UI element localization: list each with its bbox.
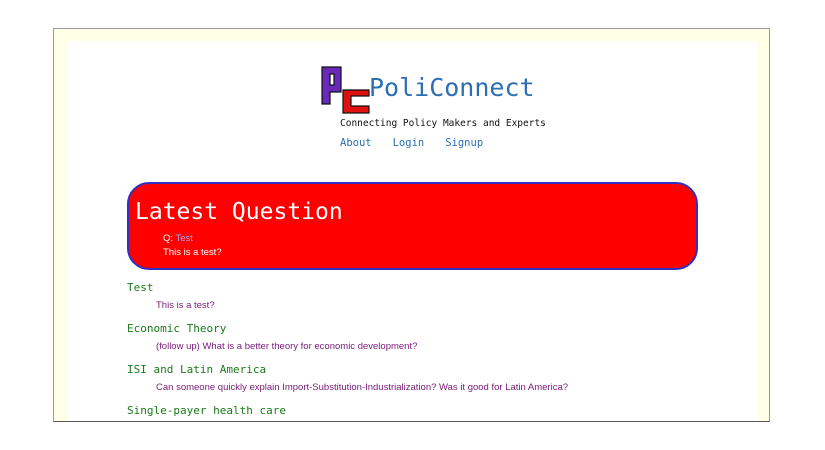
question-body: Can someone quickly explain Import-Subst… bbox=[156, 382, 569, 393]
latest-question-heading: Latest Question bbox=[135, 199, 343, 225]
content-area: PoliConnect Connecting Policy Makers and… bbox=[68, 41, 757, 421]
list-item: Single-payer health care bbox=[127, 404, 747, 421]
site-name[interactable]: PoliConnect bbox=[369, 73, 535, 102]
question-title-link[interactable]: Economic Theory bbox=[127, 322, 747, 335]
page-frame: PoliConnect Connecting Policy Makers and… bbox=[53, 28, 770, 422]
tagline: Connecting Policy Makers and Experts bbox=[340, 118, 546, 129]
question-list: Test This is a test? Economic Theory (fo… bbox=[127, 281, 747, 421]
question-body: (follow up) What is a better theory for … bbox=[156, 341, 418, 352]
question-title-link[interactable]: Test bbox=[127, 281, 747, 294]
site-logo[interactable]: PoliConnect bbox=[321, 66, 561, 116]
list-item: ISI and Latin America Can someone quickl… bbox=[127, 363, 747, 404]
nav-login-link[interactable]: Login bbox=[393, 137, 425, 149]
latest-question-link[interactable]: Test bbox=[176, 233, 193, 244]
question-prefix: Q: bbox=[163, 233, 174, 244]
nav-signup-link[interactable]: Signup bbox=[445, 137, 483, 149]
question-title-link[interactable]: ISI and Latin America bbox=[127, 363, 747, 376]
list-item: Test This is a test? bbox=[127, 281, 747, 322]
list-item: Economic Theory (follow up) What is a be… bbox=[127, 322, 747, 363]
question-title-link[interactable]: Single-payer health care bbox=[127, 404, 747, 417]
question-body: This is a test? bbox=[156, 300, 215, 311]
main-nav: About Login Signup bbox=[340, 137, 483, 149]
latest-question-line: Q: Test bbox=[163, 233, 193, 244]
latest-question-body: This is a test? bbox=[163, 247, 222, 258]
latest-question-banner: Latest Question Q: Test This is a test? bbox=[127, 182, 698, 270]
nav-about-link[interactable]: About bbox=[340, 137, 372, 149]
pc-logo-icon bbox=[321, 66, 370, 114]
